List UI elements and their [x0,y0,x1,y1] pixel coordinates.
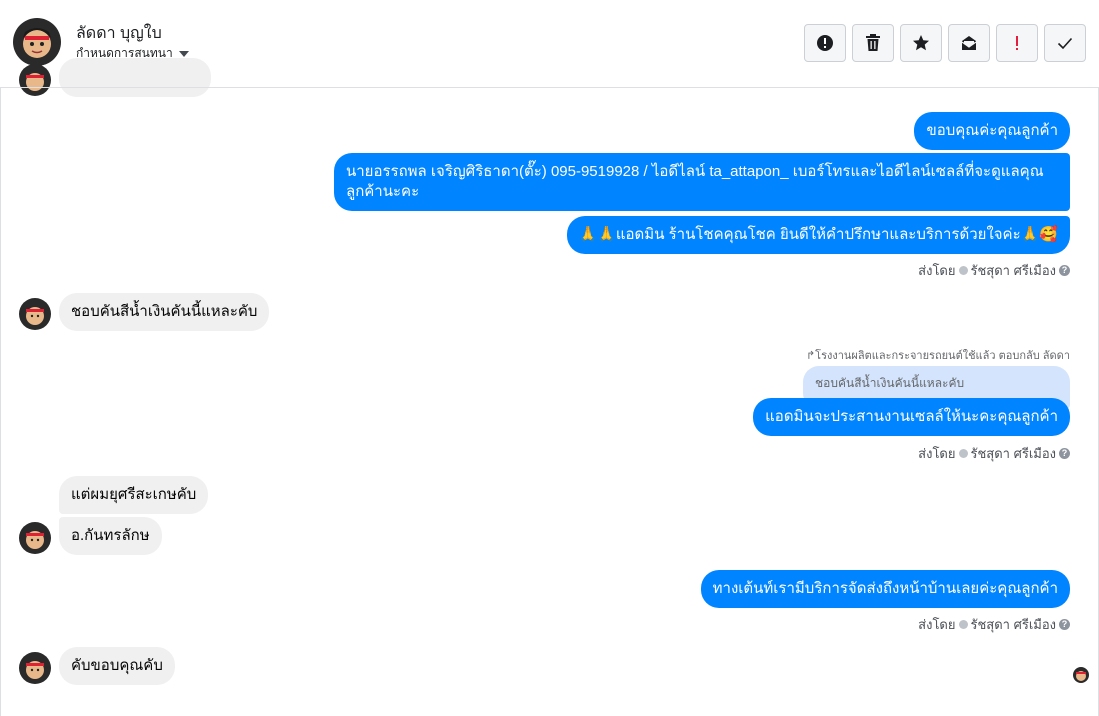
message-bubble-incoming-clipped [59,58,211,97]
message-bubble-outgoing[interactable]: นายอรรถพล เจริญศิริธาดา(ตั๊ะ) 095-951992… [334,153,1070,211]
message-bubble-incoming[interactable]: ชอบคันสีน้ำเงินคันนี้แหละคับ [59,293,270,331]
help-icon[interactable]: ? [1059,619,1070,630]
conversation-toolbar [804,24,1086,62]
sent-by-label: ส่งโดย รัชสุดา ศรีเมือง ? [918,443,1070,464]
trash-icon [866,34,880,51]
sent-by-label: ส่งโดย รัชสุดา ศรีเมือง ? [918,614,1070,635]
message-bubble-incoming[interactable]: อ.กันทรลักษ [59,517,162,555]
mark-unread-button[interactable] [948,24,990,62]
sender-avatar [19,298,51,330]
sent-by-name: รัชสุดา ศรีเมือง [970,446,1057,461]
message-bubble-outgoing[interactable]: 🙏🙏แอดมิน ร้านโชคคุณโชค ยินดีให้คำปรึกษาแ… [566,216,1070,254]
contact-avatar[interactable] [13,18,61,66]
sent-by-prefix: ส่งโดย [918,263,956,278]
sender-avatar [19,652,51,684]
message-bubble-outgoing[interactable]: แอดมินจะประสานงานเซลล์ให้นะคะคุณลูกค้า [753,398,1070,436]
contact-name[interactable]: ลัดดา บุญใบ [76,21,162,46]
agent-status-icon [958,449,968,458]
mail-open-icon [961,36,977,50]
mark-important-button[interactable] [996,24,1038,62]
sent-by-name: รัชสุดา ศรีเมือง [970,263,1057,278]
message-bubble-incoming[interactable]: แต่ผมยุศรีสะเกษคับ [59,476,209,514]
delete-button[interactable] [852,24,894,62]
reply-context-label: ↱โรงงานผลิตและกระจายรถยนต์ใช้แล้ว ตอบกลั… [806,346,1070,364]
sender-avatar [19,64,51,96]
star-button[interactable] [900,24,942,62]
sent-by-label: ส่งโดย รัชสุดา ศรีเมือง ? [918,260,1070,281]
reply-arrow-icon: ↱ [805,350,816,362]
agent-status-icon [958,266,968,275]
message-bubble-outgoing[interactable]: ทางเต้นท์เรามีบริการจัดส่งถึงหน้าบ้านเลย… [700,570,1070,608]
star-icon [913,35,929,51]
reply-context-text: โรงงานผลิตและกระจายรถยนต์ใช้แล้ว ตอบกลับ… [815,350,1070,362]
exclamation-icon [1016,36,1018,50]
help-icon[interactable]: ? [1059,448,1070,459]
check-icon [1057,37,1073,50]
alert-circle-icon [817,35,833,51]
help-icon[interactable]: ? [1059,265,1070,276]
seen-indicator-avatar [1073,667,1089,683]
mark-done-button[interactable] [1044,24,1086,62]
message-bubble-incoming[interactable]: คับขอบคุณคับ [59,647,175,685]
message-bubble-outgoing[interactable]: ขอบคุณค่ะคุณลูกค้า [914,112,1070,150]
sent-by-name: รัชสุดา ศรีเมือง [970,617,1057,632]
sent-by-prefix: ส่งโดย [918,446,956,461]
agent-status-icon [958,620,968,629]
caret-down-icon [178,51,189,57]
sent-by-prefix: ส่งโดย [918,617,956,632]
sender-avatar [19,522,51,554]
mark-spam-button[interactable] [804,24,846,62]
